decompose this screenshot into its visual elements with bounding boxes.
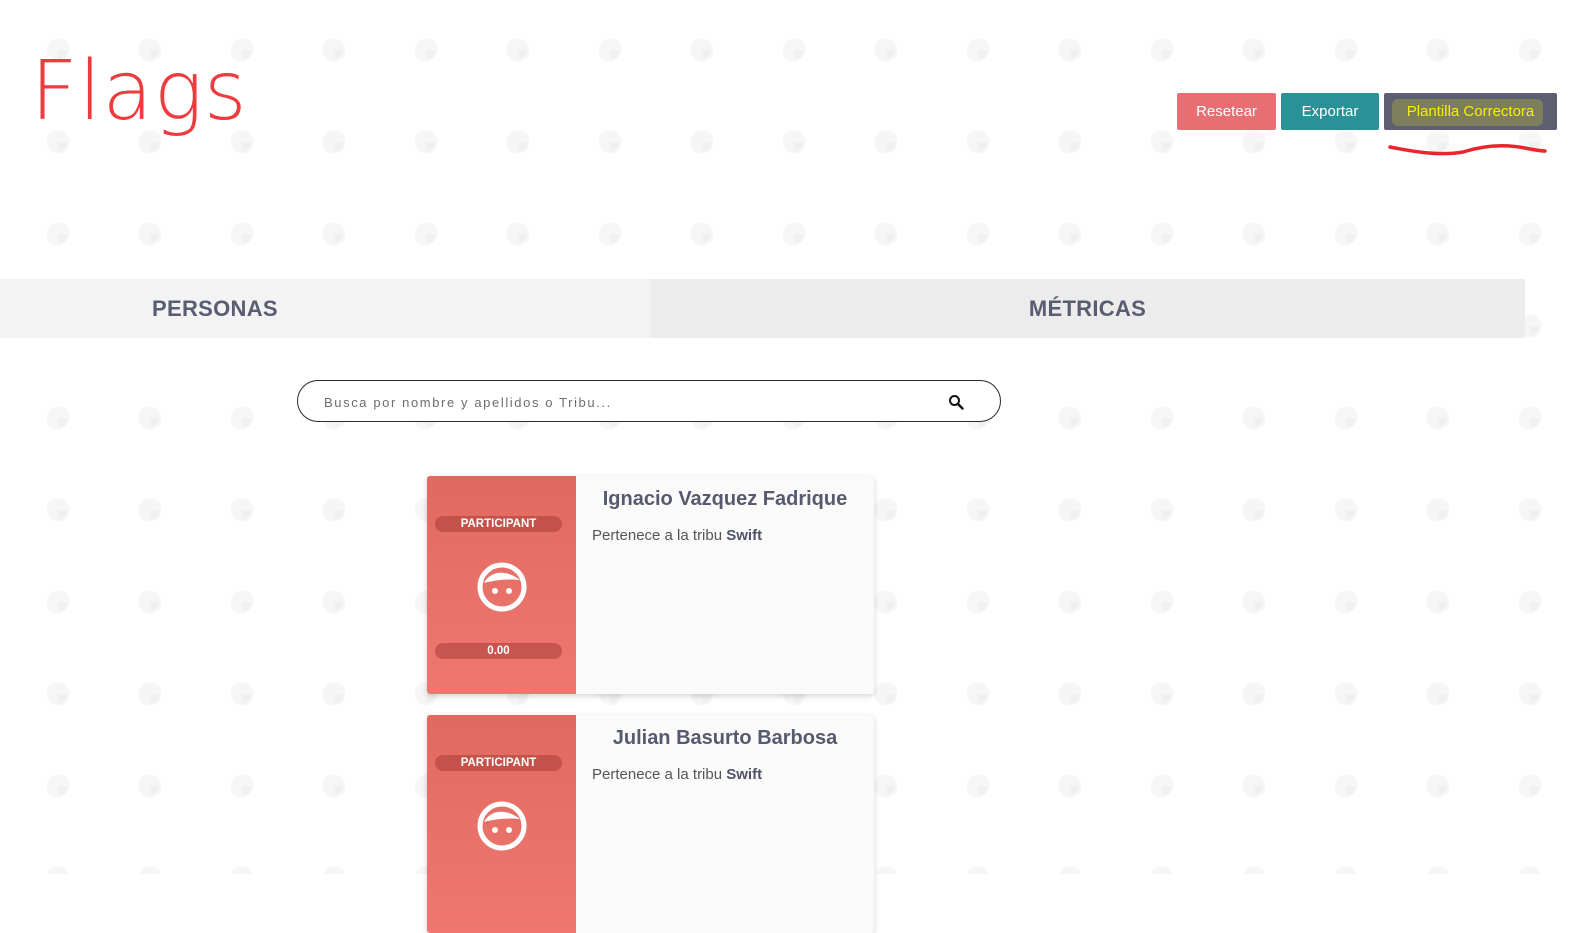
page-title: e Flags: [0, 44, 248, 139]
role-badge: PARTICIPANT: [435, 516, 562, 532]
face-icon: [477, 801, 527, 851]
person-card-body: Ignacio Vazquez Fadrique Pertenece a la …: [576, 476, 874, 694]
reset-button[interactable]: Resetear: [1177, 93, 1276, 130]
person-name: Julian Basurto Barbosa: [612, 727, 838, 749]
person-card[interactable]: PARTICIPANT 0.00 Ignacio Vazquez Fadriqu…: [427, 476, 874, 694]
tribe-name: Swift: [726, 766, 763, 783]
template-button-label: Plantilla Correctora: [1406, 103, 1535, 120]
tribe-prefix: Pertenece a la tribu: [592, 527, 723, 544]
tab-metricas[interactable]: MÉTRICAS: [650, 279, 1525, 338]
person-card[interactable]: PARTICIPANT Julian Basurto Barbosa Perte…: [427, 715, 874, 933]
person-name: Ignacio Vazquez Fadrique: [602, 488, 848, 510]
search-input[interactable]: [322, 381, 926, 423]
tribe-name: Swift: [726, 527, 763, 544]
red-underline-annotation: [1388, 143, 1547, 156]
tab-personas[interactable]: PERSONAS: [0, 279, 650, 338]
person-tribe: Pertenece a la tribu Swift: [592, 527, 858, 544]
tribe-prefix: Pertenece a la tribu: [592, 766, 723, 783]
person-card-side: PARTICIPANT: [427, 715, 576, 933]
person-card-side: PARTICIPANT 0.00: [427, 476, 576, 694]
template-button[interactable]: Plantilla Correctora: [1384, 93, 1557, 130]
score-badge: 0.00: [435, 643, 562, 659]
person-tribe: Pertenece a la tribu Swift: [592, 766, 858, 783]
tab-bar: PERSONAS MÉTRICAS: [0, 279, 1525, 338]
export-button[interactable]: Exportar: [1281, 93, 1379, 130]
person-card-body: Julian Basurto Barbosa Pertenece a la tr…: [576, 715, 874, 933]
role-badge: PARTICIPANT: [435, 755, 562, 771]
search-icon[interactable]: [948, 394, 964, 410]
face-icon: [477, 562, 527, 612]
action-buttons: Resetear Exportar Plantilla Correctora: [1177, 93, 1557, 130]
search-bar: [297, 380, 1001, 423]
